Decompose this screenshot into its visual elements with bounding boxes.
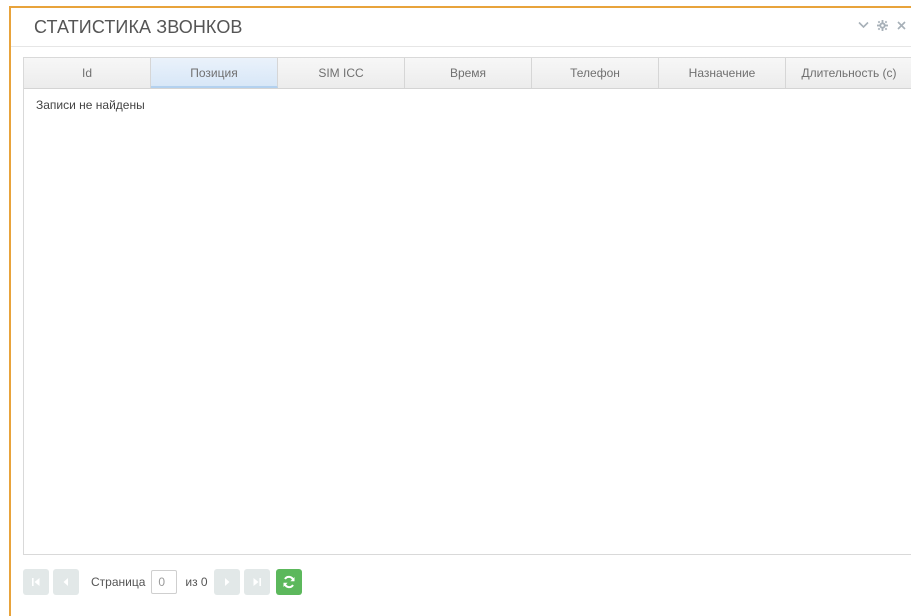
prev-page-button[interactable]	[53, 569, 79, 595]
gear-icon[interactable]	[876, 19, 888, 31]
refresh-button[interactable]	[275, 569, 302, 595]
pagination: Страница из 0	[23, 567, 302, 597]
first-page-icon	[32, 578, 40, 586]
empty-message: Записи не найдены	[36, 98, 145, 112]
widget-header: СТАТИСТИКА ЗВОНКОВ	[11, 8, 911, 47]
table-header: Id Позиция SIM ICC Время Телефон Назначе…	[24, 58, 911, 89]
column-header-duration[interactable]: Длительность (с)	[786, 58, 911, 88]
column-header-id[interactable]: Id	[24, 58, 151, 88]
next-page-button[interactable]	[213, 569, 240, 595]
last-page-icon	[253, 578, 261, 586]
widget-title: СТАТИСТИКА ЗВОНКОВ	[34, 17, 243, 37]
call-stats-widget: СТАТИСТИКА ЗВОНКОВ Id Позиция SIM ICC Вр…	[9, 6, 911, 616]
column-header-sim-icc[interactable]: SIM ICC	[278, 58, 405, 88]
close-icon[interactable]	[895, 19, 907, 31]
next-page-icon	[224, 578, 230, 586]
call-stats-table: Id Позиция SIM ICC Время Телефон Назначе…	[23, 57, 911, 555]
page-total-label: из 0	[185, 575, 208, 589]
column-header-time[interactable]: Время	[405, 58, 532, 88]
page-label: Страница	[91, 575, 146, 589]
chevron-down-icon[interactable]	[857, 19, 869, 31]
page-number-input[interactable]	[151, 570, 178, 594]
prev-page-icon	[63, 578, 68, 586]
refresh-icon	[283, 575, 295, 589]
column-header-phone[interactable]: Телефон	[532, 58, 659, 88]
first-page-button[interactable]	[23, 569, 49, 595]
widget-tools	[857, 19, 907, 31]
column-header-destination[interactable]: Назначение	[659, 58, 786, 88]
last-page-button[interactable]	[243, 569, 270, 595]
column-header-position[interactable]: Позиция	[151, 58, 278, 88]
